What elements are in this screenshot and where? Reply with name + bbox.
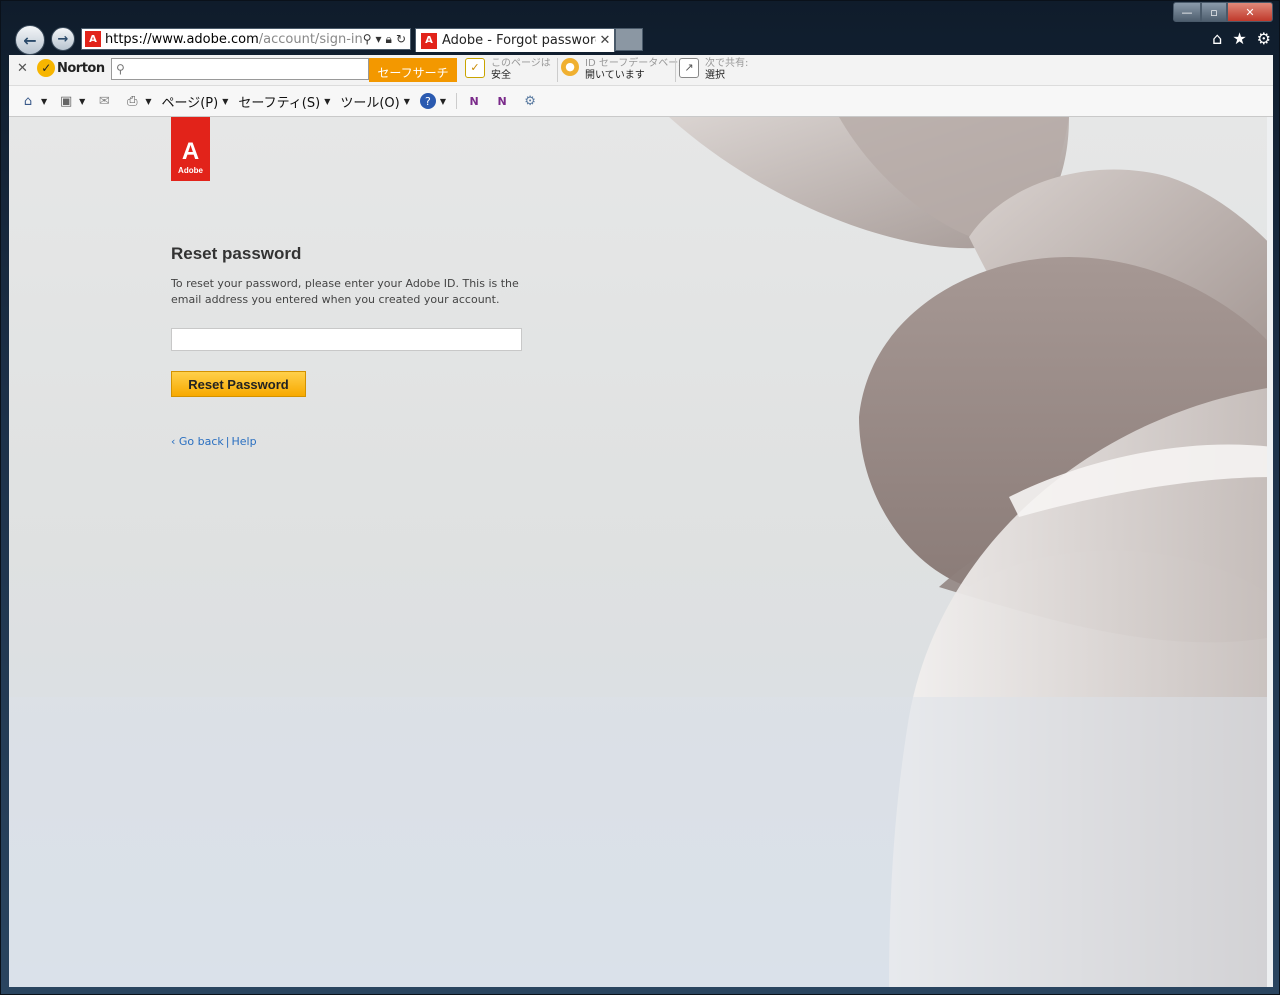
chevron-down-icon[interactable]: ▼ — [79, 97, 85, 106]
tab-title: Adobe - Forgot password — [442, 33, 596, 48]
vertical-scrollbar[interactable] — [1267, 117, 1273, 987]
print-button[interactable]: ⎙ ▼ — [123, 93, 151, 109]
help-link[interactable]: Help — [232, 435, 257, 448]
go-back-link[interactable]: ‹ Go back — [171, 435, 224, 448]
share-icon: ↗ — [679, 58, 699, 78]
identity-safe-icon: ● — [561, 58, 579, 76]
back-button[interactable]: ← — [15, 25, 45, 55]
onenote-linked-button[interactable]: N — [493, 93, 511, 109]
norton-search-input[interactable]: ⚲ — [111, 58, 369, 80]
page-content: A Adobe Reset password To reset your pas… — [9, 117, 1273, 987]
refresh-icon[interactable]: ↻ — [396, 32, 406, 47]
onenote-linked-icon: N — [497, 94, 507, 108]
lock-icon[interactable]: 🔒︎ — [386, 32, 392, 47]
norton-check-icon: ✓ — [37, 59, 55, 77]
norton-separator — [557, 58, 558, 82]
norton-toolbar: ✕ ✓ Norton ⚲ セーフサーチ ✓ このページは 安全 ● ID セーフデ… — [9, 55, 1273, 86]
onenote-icon: N — [469, 94, 479, 108]
footer-links: ‹ Go back | Help — [171, 435, 257, 448]
address-bar[interactable]: A https://www.adobe.com/account/sign-in … — [81, 28, 411, 50]
norton-separator — [675, 58, 676, 82]
address-url[interactable]: https://www.adobe.com/account/sign-in — [105, 32, 363, 47]
norton-page-status[interactable]: ✓ このページは 安全 — [465, 58, 551, 82]
star-icon[interactable]: ★ — [1232, 29, 1246, 48]
norton-logo: ✓ Norton — [37, 59, 105, 77]
rss-icon: ▣ — [60, 93, 73, 109]
chevron-down-icon: ▼ — [324, 96, 331, 106]
norton-close-icon[interactable]: ✕ — [17, 61, 28, 76]
page-menu[interactable]: ページ(P) ▼ — [161, 92, 228, 111]
minimize-button[interactable]: — — [1173, 2, 1201, 22]
gear-icon[interactable]: ⚙ — [1257, 29, 1271, 48]
safe-check-icon: ✓ — [465, 58, 485, 78]
back-arrow-icon: ← — [23, 30, 37, 50]
command-bar: ⌂ ▼ ▣ ▼ ✉ ⎙ ▼ ページ(P) ▼ セーフティ(S) ▼ ツール(O) ▼ ? ▼ … — [9, 86, 1273, 117]
help-menu[interactable]: ? ▼ — [419, 93, 447, 109]
close-window-button[interactable]: ✕ — [1227, 2, 1273, 22]
chevron-down-icon[interactable]: ▼ — [41, 97, 47, 106]
norton-safe-search-button[interactable]: セーフサーチ — [369, 58, 457, 82]
safety-menu[interactable]: セーフティ(S) ▼ — [238, 92, 330, 111]
maximize-button[interactable]: ▫ — [1201, 2, 1227, 22]
navigation-row: ← → A https://www.adobe.com/account/sign… — [1, 23, 1280, 55]
window-controls: — ▫ ✕ — [1173, 2, 1273, 22]
adobe-favicon-icon: A — [85, 31, 101, 47]
chevron-down-icon[interactable]: ▼ — [145, 97, 151, 106]
new-tab-button[interactable] — [615, 28, 643, 51]
tab-adobe-forgot-password[interactable]: A Adobe - Forgot password ✕ — [415, 28, 615, 52]
norton-identity-safe[interactable]: ● ID セーフデータベース 開いています — [561, 58, 688, 82]
settings-button[interactable]: ⚙ — [521, 93, 539, 109]
page-title: Reset password — [171, 244, 302, 263]
chevron-down-icon: ▼ — [403, 96, 410, 106]
tools-menu[interactable]: ツール(O) ▼ — [340, 92, 410, 111]
search-icon[interactable]: ⚲ — [363, 32, 372, 47]
link-separator: | — [225, 435, 230, 448]
home-button[interactable]: ⌂ ▼ — [19, 93, 47, 109]
chevron-down-icon: ▼ — [439, 96, 447, 106]
reset-description: To reset your password, please enter you… — [171, 277, 519, 306]
adobe-favicon-icon: A — [421, 32, 437, 49]
norton-brand: Norton — [57, 60, 105, 76]
onenote-button[interactable]: N — [456, 93, 483, 109]
chevron-down-icon: ▼ — [222, 96, 229, 106]
dropdown-icon[interactable]: ▾ — [376, 32, 382, 47]
mail-icon: ✉ — [98, 93, 110, 109]
help-icon: ? — [419, 93, 436, 109]
home-icon[interactable]: ⌂ — [1212, 29, 1222, 48]
feeds-button[interactable]: ▣ ▼ — [57, 93, 85, 109]
adobe-a-icon: A — [181, 138, 200, 165]
address-tools: ⚲ ▾ 🔒︎ ↻ — [363, 32, 410, 47]
mail-button[interactable]: ✉ — [95, 93, 113, 109]
email-field[interactable] — [171, 328, 522, 351]
browser-right-icons: ⌂ ★ ⚙ — [1212, 29, 1271, 48]
tab-close-icon[interactable]: ✕ — [596, 33, 614, 48]
reset-password-button[interactable]: Reset Password — [171, 371, 306, 397]
printer-icon: ⎙ — [127, 93, 138, 109]
gear-icon: ⚙ — [524, 93, 536, 109]
browser-window: — ▫ ✕ ← → A https://www.adobe.com/accoun… — [0, 0, 1280, 995]
adobe-logo: A Adobe — [171, 117, 210, 181]
forward-arrow-icon: → — [57, 31, 69, 47]
forward-button[interactable]: → — [51, 27, 75, 51]
norton-share[interactable]: ↗ 次で共有: 選択 — [679, 58, 748, 82]
search-icon: ⚲ — [116, 62, 125, 76]
home-icon: ⌂ — [23, 93, 33, 109]
